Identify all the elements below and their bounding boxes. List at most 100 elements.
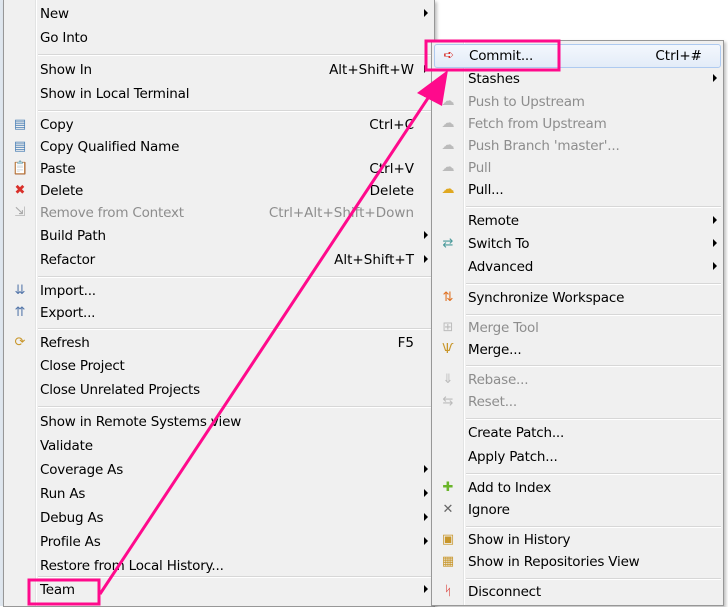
menu-item-delete[interactable]: ✖ Delete Delete (6, 180, 432, 202)
context-menu: New Go Into Show In Alt+Shift+W Show in Loca… (3, 0, 435, 607)
menu-item-apply-patch[interactable]: Apply Patch... (434, 446, 721, 468)
menu-separator (38, 110, 432, 112)
menu-item-commit[interactable]: ➪ Commit... Ctrl+# (434, 44, 721, 68)
synchronize-icon: ⇅ (442, 290, 454, 305)
menu-item-label: Show In (40, 62, 92, 78)
menu-item-label: Fetch from Upstream (468, 116, 607, 132)
submenu-arrow-icon (424, 231, 428, 239)
menu-separator (38, 576, 432, 578)
menu-item-copy[interactable]: ▤ Copy Ctrl+C (6, 114, 432, 136)
submenu-arrow-icon (713, 74, 717, 82)
menu-item-close-unrelated-projects[interactable]: Close Unrelated Projects (6, 379, 432, 401)
menu-item-stashes[interactable]: Stashes (434, 68, 721, 90)
menu-item-label: Run As (40, 486, 86, 502)
ignore-icon: ✕ (442, 502, 454, 517)
menu-item-add-to-index[interactable]: ✚ Add to Index (434, 477, 721, 499)
pull-icon: ☁ (441, 160, 455, 175)
menu-item-merge-tool: ⊞ Merge Tool (434, 317, 721, 339)
menu-item-label: Go Into (40, 30, 88, 46)
menu-item-label: Debug As (40, 510, 104, 526)
menu-item-restore-from-local-history[interactable]: Restore from Local History... (6, 555, 432, 577)
menu-item-label: Remove from Context (40, 205, 184, 221)
menu-item-label: Export... (40, 305, 96, 321)
menu-item-label: Coverage As (40, 462, 124, 478)
menu-item-label: Pull (468, 160, 492, 176)
menu-item-show-in[interactable]: Show In Alt+Shift+W (6, 59, 432, 81)
menu-separator (466, 283, 721, 285)
menu-item-refresh[interactable]: ⟳ Refresh F5 (6, 332, 432, 354)
menu-item-label: Copy (40, 117, 74, 133)
menu-item-disconnect[interactable]: ᛋ Disconnect (434, 581, 721, 603)
menu-item-profile-as[interactable]: Profile As (6, 531, 432, 553)
shortcut-text: Alt+Shift+T (334, 252, 414, 268)
menu-item-label: Close Project (40, 358, 125, 374)
menu-item-label: Commit... (469, 48, 534, 64)
shortcut-text: Ctrl+C (369, 117, 414, 133)
menu-item-debug-as[interactable]: Debug As (6, 507, 432, 529)
menu-item-label: Rebase... (468, 372, 529, 388)
menu-item-label: Reset... (468, 394, 517, 410)
menu-separator (466, 314, 721, 316)
refresh-icon: ⟳ (14, 335, 26, 350)
shortcut-text: Ctrl+Alt+Shift+Down (268, 205, 414, 221)
menu-item-synchronize-workspace[interactable]: ⇅ Synchronize Workspace (434, 287, 721, 309)
menu-item-new[interactable]: New (6, 3, 432, 25)
menu-item-label: Ignore (468, 502, 510, 518)
menu-item-merge[interactable]: Ѱ Merge... (434, 339, 721, 361)
menu-item-advanced[interactable]: Advanced (434, 256, 721, 278)
menu-item-ignore[interactable]: ✕ Ignore (434, 499, 721, 521)
submenu-arrow-icon (713, 239, 717, 247)
push-branch-icon: ☁ (441, 138, 455, 153)
submenu-arrow-icon (424, 513, 428, 521)
menu-item-import[interactable]: ⇊ Import... (6, 280, 432, 302)
menu-item-copy-qualified-name[interactable]: ▤ Copy Qualified Name (6, 136, 432, 158)
menu-item-switch-to[interactable]: ⇄ Switch To (434, 233, 721, 255)
menu-item-label: Show in History (468, 532, 571, 548)
submenu-arrow-icon (424, 65, 428, 73)
menu-separator (466, 578, 721, 580)
menu-item-close-project[interactable]: Close Project (6, 355, 432, 377)
menu-item-team[interactable]: Team (6, 579, 432, 601)
menu-item-build-path[interactable]: Build Path (6, 225, 432, 247)
menu-item-label: Show in Remote Systems view (40, 414, 242, 430)
menu-item-show-in-repositories-view[interactable]: ▦ Show in Repositories View (434, 551, 721, 573)
menu-item-show-in-local-terminal[interactable]: Show in Local Terminal (6, 83, 432, 105)
submenu-arrow-icon (424, 89, 428, 97)
submenu-arrow-icon (713, 216, 717, 224)
menu-item-label: Merge Tool (468, 320, 539, 336)
menu-item-show-in-remote-systems-view[interactable]: Show in Remote Systems view (6, 411, 432, 433)
pull-dialog-icon: ☁ (441, 182, 455, 197)
menu-item-label: Show in Local Terminal (40, 86, 190, 102)
submenu-arrow-icon (424, 489, 428, 497)
menu-separator (466, 418, 721, 420)
menu-item-export[interactable]: ⇈ Export... (6, 302, 432, 324)
menu-item-label: Copy Qualified Name (40, 139, 180, 155)
menu-item-label: Stashes (468, 71, 520, 87)
menu-item-label: Add to Index (468, 480, 552, 496)
menu-item-show-in-history[interactable]: ▣ Show in History (434, 529, 721, 551)
menu-item-label: Restore from Local History... (40, 558, 224, 574)
menu-separator (466, 526, 721, 528)
menu-item-label: Build Path (40, 228, 106, 244)
export-icon: ⇈ (14, 305, 26, 320)
reset-icon: ⇆ (442, 394, 454, 409)
menu-item-remote[interactable]: Remote (434, 210, 721, 232)
menu-item-push-to-upstream: ☁ Push to Upstream (434, 91, 721, 113)
menu-item-create-patch[interactable]: Create Patch... (434, 422, 721, 444)
menu-item-label: Apply Patch... (468, 449, 558, 465)
history-icon: ▣ (441, 532, 455, 547)
submenu-arrow-icon (424, 255, 428, 263)
disconnect-icon: ᛋ (444, 584, 452, 599)
menu-item-go-into[interactable]: Go Into (6, 27, 432, 49)
menu-item-run-as[interactable]: Run As (6, 483, 432, 505)
menu-item-pull[interactable]: ☁ Pull... (434, 179, 721, 201)
menu-item-label: Advanced (468, 259, 534, 275)
menu-separator (466, 206, 721, 208)
menu-item-label: Validate (40, 438, 93, 454)
menu-item-coverage-as[interactable]: Coverage As (6, 459, 432, 481)
menu-item-label: Remote (468, 213, 519, 229)
menu-item-validate[interactable]: Validate (6, 435, 432, 457)
menu-item-paste[interactable]: 📋 Paste Ctrl+V (6, 158, 432, 180)
menu-item-refactor[interactable]: Refactor Alt+Shift+T (6, 249, 432, 271)
menu-item-remove-from-context: ⇲ Remove from Context Ctrl+Alt+Shift+Down (6, 202, 432, 224)
